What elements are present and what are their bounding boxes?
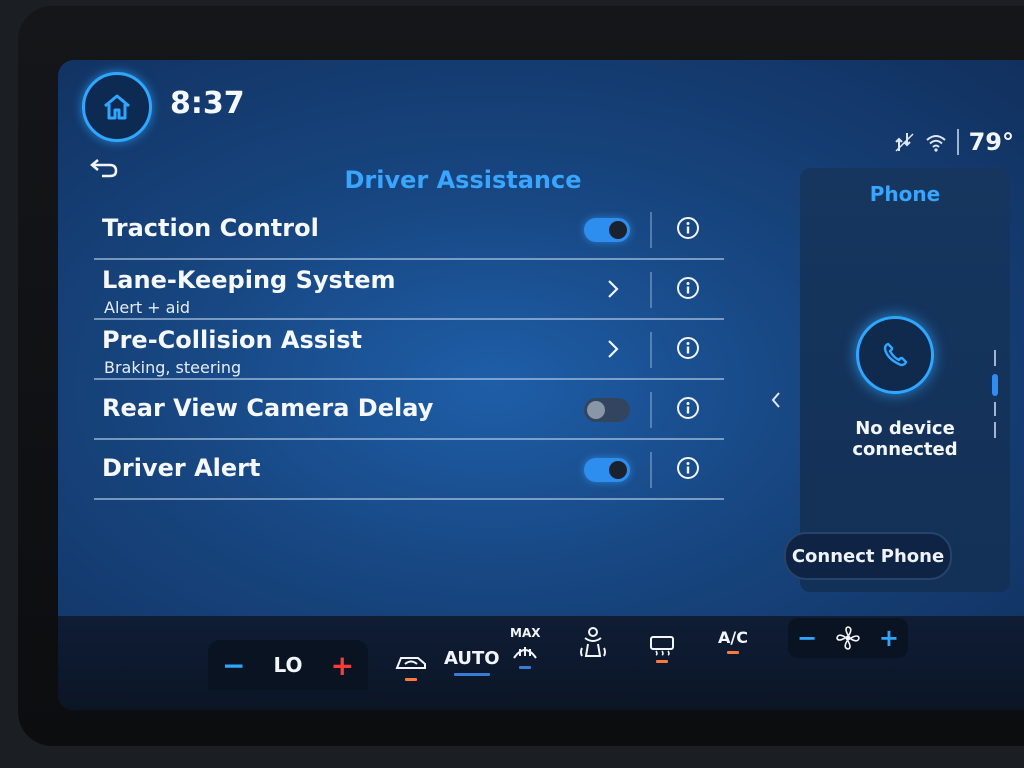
home-icon xyxy=(104,94,130,120)
phone-button[interactable] xyxy=(856,316,934,394)
setting-row-traction-control[interactable]: Traction Control xyxy=(94,200,724,260)
info-icon[interactable] xyxy=(676,216,700,240)
scroll-thumb[interactable] xyxy=(992,374,998,396)
chevron-right-icon[interactable] xyxy=(606,278,620,300)
connect-phone-button[interactable]: Connect Phone xyxy=(784,532,952,580)
driver-temp-control: − LO + xyxy=(208,640,368,690)
scroll-segment xyxy=(994,402,996,416)
temp-setting: LO xyxy=(273,653,303,677)
scroll-segment xyxy=(994,350,996,366)
info-icon[interactable] xyxy=(676,396,700,420)
info-icon[interactable] xyxy=(676,336,700,360)
status-indicator xyxy=(453,673,490,676)
row-divider xyxy=(650,392,652,428)
ac-button[interactable]: A/C xyxy=(718,628,748,654)
rear-camera-delay-toggle[interactable] xyxy=(584,398,630,422)
wifi-icon xyxy=(925,135,946,152)
phone-status: No device connected xyxy=(852,418,958,460)
signal-icon xyxy=(894,133,914,152)
scroll-indicator[interactable] xyxy=(992,350,998,440)
info-icon[interactable] xyxy=(676,276,700,300)
setting-label: Traction Control xyxy=(102,214,319,242)
setting-label: Lane-Keeping System xyxy=(102,266,396,294)
rear-defrost-icon xyxy=(650,636,674,656)
collapse-panel-chevron-icon[interactable] xyxy=(770,390,782,410)
status-indicator xyxy=(656,660,668,663)
toggle-knob xyxy=(609,461,627,479)
fan-decrease-button[interactable]: − xyxy=(797,624,817,652)
phone-icon xyxy=(883,342,908,367)
row-divider xyxy=(650,212,652,248)
temp-decrease-button[interactable]: − xyxy=(222,649,245,682)
auto-climate-button[interactable]: AUTO xyxy=(444,648,500,676)
info-icon[interactable] xyxy=(676,456,700,480)
setting-row-rear-view-camera-delay[interactable]: Rear View Camera Delay xyxy=(94,380,724,440)
setting-sublabel: Alert + aid xyxy=(104,298,191,317)
phone-panel-title: Phone xyxy=(869,182,941,206)
row-divider xyxy=(650,452,652,488)
scroll-segment xyxy=(994,422,996,438)
toggle-knob xyxy=(609,221,627,239)
seat-icon xyxy=(580,627,606,657)
row-divider xyxy=(650,272,652,308)
settings-list: Traction Control Lane-Keeping System Ale… xyxy=(94,200,724,500)
setting-row-pre-collision-assist[interactable]: Pre-Collision Assist Braking, steering xyxy=(94,320,724,380)
status-indicator xyxy=(726,651,739,654)
clock: 8:37 xyxy=(170,86,245,121)
ac-label: A/C xyxy=(718,628,748,647)
setting-label: Driver Alert xyxy=(102,454,261,482)
recirculation-button[interactable] xyxy=(394,652,428,681)
row-divider xyxy=(650,332,652,368)
driver-alert-toggle[interactable] xyxy=(584,458,630,482)
page-title: Driver Assistance xyxy=(344,166,582,194)
chevron-right-icon[interactable] xyxy=(606,338,620,360)
recirculation-icon xyxy=(395,657,426,669)
phone-panel: Phone No device connected Connect Phone xyxy=(784,168,1010,592)
status-divider xyxy=(956,129,959,155)
climate-bar: − LO + AUTO MAX A/C − + xyxy=(58,616,1024,710)
back-arrow-icon[interactable] xyxy=(88,156,120,180)
setting-row-driver-alert[interactable]: Driver Alert xyxy=(94,440,724,500)
setting-sublabel: Braking, steering xyxy=(104,358,242,377)
toggle-knob xyxy=(587,401,605,419)
infotainment-screen: 8:37 79° Driver Assistance Traction Cont… xyxy=(58,60,1024,710)
outside-temperature: 79° xyxy=(968,128,1014,156)
status-indicator xyxy=(405,678,417,681)
auto-label: AUTO xyxy=(444,648,500,669)
traction-control-toggle[interactable] xyxy=(584,218,630,242)
setting-label: Rear View Camera Delay xyxy=(102,394,434,422)
status-indicator xyxy=(519,666,532,669)
setting-label: Pre-Collision Assist xyxy=(102,326,363,354)
setting-row-lane-keeping[interactable]: Lane-Keeping System Alert + aid xyxy=(94,260,724,320)
temp-increase-button[interactable]: + xyxy=(331,649,354,682)
home-button[interactable] xyxy=(82,72,152,142)
rear-defrost-button[interactable] xyxy=(648,634,676,663)
max-defrost-button[interactable]: MAX xyxy=(510,626,540,669)
status-indicators: 79° xyxy=(893,128,1014,156)
max-label: MAX xyxy=(510,626,541,640)
heated-seat-button[interactable] xyxy=(574,624,612,662)
defrost-icon xyxy=(513,647,538,659)
fan-speed-control: − + xyxy=(788,618,908,658)
fan-increase-button[interactable]: + xyxy=(879,624,899,652)
fan-icon xyxy=(836,626,860,650)
